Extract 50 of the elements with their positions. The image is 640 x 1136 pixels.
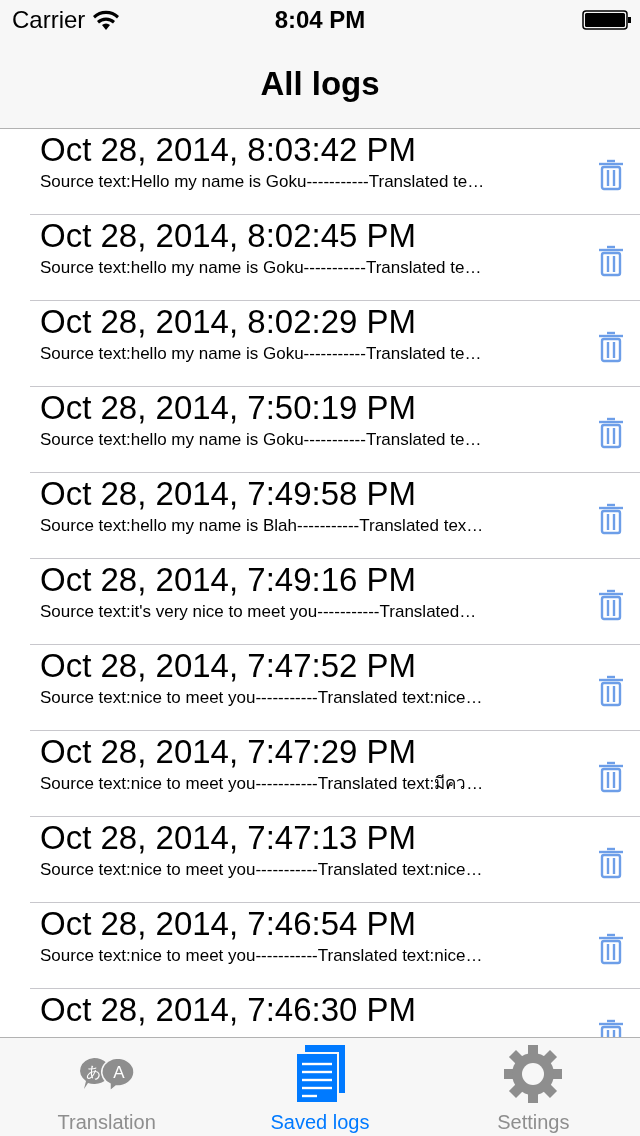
log-summary: Source text:hello my name is Goku-----------Translated te…: [40, 343, 482, 365]
log-row[interactable]: Oct 28, 2014, 7:47:13 PM Source text:nice to meet you-----------Translated text:nice…: [30, 817, 640, 903]
log-row[interactable]: Oct 28, 2014, 7:47:52 PM Source text:nice to meet you-----------Translated text:nice…: [30, 645, 640, 731]
log-row[interactable]: Oct 28, 2014, 7:49:58 PM Source text:hello my name is Blah-----------Translated tex…: [30, 473, 640, 559]
log-row[interactable]: Oct 28, 2014, 7:46:30 PM: [30, 989, 640, 1037]
log-date: Oct 28, 2014, 7:50:19 PM: [40, 389, 417, 427]
trash-icon[interactable]: [598, 589, 624, 621]
log-date: Oct 28, 2014, 8:02:45 PM: [40, 217, 417, 255]
log-row[interactable]: Oct 28, 2014, 7:50:19 PM Source text:hello my name is Goku-----------Translated te…: [30, 387, 640, 473]
wifi-icon: [93, 10, 120, 30]
log-row[interactable]: Oct 28, 2014, 7:49:16 PM Source text:it's very nice to meet you-----------Translated…: [30, 559, 640, 645]
trash-icon[interactable]: [598, 331, 624, 363]
battery-icon: [582, 10, 632, 30]
screen-title: All logs: [260, 65, 380, 103]
log-date: Oct 28, 2014, 8:03:42 PM: [40, 131, 417, 169]
log-date: Oct 28, 2014, 7:46:54 PM: [40, 905, 417, 943]
log-row[interactable]: Oct 28, 2014, 8:02:45 PM Source text:hello my name is Goku-----------Translated te…: [30, 215, 640, 301]
log-date: Oct 28, 2014, 7:47:13 PM: [40, 819, 417, 857]
log-summary: Source text:hello my name is Blah-----------Translated tex…: [40, 515, 484, 537]
log-summary: Source text:nice to meet you-----------Translated text:nice…: [40, 687, 483, 709]
log-row[interactable]: Oct 28, 2014, 7:47:29 PM Source text:nice to meet you-----------Translated text:มีคว…: [30, 731, 640, 817]
log-summary: Source text:nice to meet you-----------Translated text:มีคว…: [40, 773, 484, 795]
trash-icon[interactable]: [598, 245, 624, 277]
carrier-name: Carrier: [12, 6, 86, 34]
log-summary: Source text:hello my name is Goku-----------Translated te…: [40, 429, 482, 451]
documents-icon: [295, 1044, 345, 1104]
trash-icon[interactable]: [598, 503, 624, 535]
log-date: Oct 28, 2014, 7:46:30 PM: [40, 991, 417, 1029]
log-summary: Source text:Hello my name is Goku-----------Translated te…: [40, 171, 485, 193]
log-date: Oct 28, 2014, 7:47:52 PM: [40, 647, 417, 685]
log-summary: Source text:nice to meet you-----------Translated text:nice…: [40, 945, 483, 967]
log-summary: Source text:hello my name is Goku-----------Translated te…: [40, 257, 482, 279]
log-row[interactable]: Oct 28, 2014, 8:02:29 PM Source text:hello my name is Goku-----------Translated te…: [30, 301, 640, 387]
status-time: 8:04 PM: [274, 6, 366, 33]
log-summary: Source text:it's very nice to meet you-----------Translated…: [40, 601, 477, 623]
trash-icon[interactable]: [598, 847, 624, 879]
trash-icon[interactable]: [598, 675, 624, 707]
trash-icon[interactable]: [598, 417, 624, 449]
log-row[interactable]: Oct 28, 2014, 8:03:42 PM Source text:Hello my name is Goku-----------Translated te…: [30, 129, 640, 215]
log-date: Oct 28, 2014, 8:02:29 PM: [40, 303, 417, 341]
trash-icon[interactable]: [598, 761, 624, 793]
trash-icon[interactable]: [598, 159, 624, 191]
log-summary: Source text:nice to meet you-----------Translated text:nice…: [40, 859, 483, 881]
log-date: Oct 28, 2014, 7:49:58 PM: [40, 475, 417, 513]
trash-icon[interactable]: [598, 933, 624, 965]
log-date: Oct 28, 2014, 7:47:29 PM: [40, 733, 417, 771]
tab-button[interactable]: Saved logs: [213, 1038, 427, 1136]
log-row[interactable]: Oct 28, 2014, 7:46:54 PM Source text:nice to meet you-----------Translated text:nice…: [30, 903, 640, 989]
gear-icon: [503, 1044, 564, 1104]
log-date: Oct 28, 2014, 7:49:16 PM: [40, 561, 417, 599]
